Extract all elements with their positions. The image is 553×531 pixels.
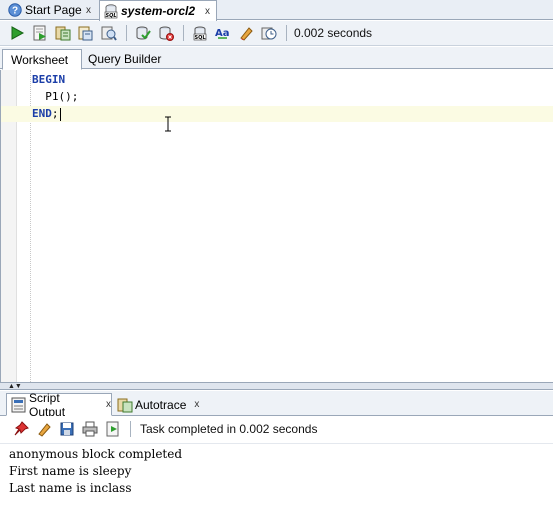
run-statement-button[interactable] bbox=[6, 22, 28, 44]
close-icon[interactable]: x bbox=[194, 399, 199, 410]
text-cursor-icon bbox=[165, 116, 171, 132]
save-output-button[interactable] bbox=[56, 418, 78, 440]
unshared-sql-icon: SQL bbox=[193, 26, 206, 41]
tab-script-output[interactable]: Script Output x bbox=[6, 390, 112, 419]
close-icon[interactable]: x bbox=[106, 399, 111, 410]
tab-system-orcl2[interactable]: SQL system-orcl2 x bbox=[99, 0, 217, 21]
close-icon[interactable]: x bbox=[205, 6, 210, 17]
document-tab-bar: ? Start Page x SQL system-orcl2 x bbox=[0, 0, 553, 21]
save-icon bbox=[60, 422, 74, 436]
toolbar-separator bbox=[126, 25, 127, 41]
output-toolbar: Task completed in 0.002 seconds bbox=[0, 416, 553, 442]
to-upper-lower-icon: Aa bbox=[215, 28, 230, 39]
code-line: P1(); bbox=[1, 89, 553, 105]
pin-icon bbox=[14, 421, 29, 436]
tab-worksheet[interactable]: Worksheet bbox=[2, 49, 82, 70]
commit-button[interactable] bbox=[132, 22, 154, 44]
svg-text:?: ? bbox=[12, 6, 18, 17]
rollback-icon bbox=[159, 26, 174, 41]
svg-text:SQL: SQL bbox=[194, 35, 206, 41]
sql-tuning-icon bbox=[101, 26, 117, 41]
sql-editor[interactable]: BEGIN P1(); END; bbox=[0, 70, 553, 382]
rollback-button[interactable] bbox=[155, 22, 177, 44]
toolbar-separator bbox=[286, 25, 287, 41]
task-status: Task completed in 0.002 seconds bbox=[140, 422, 318, 436]
to-upper-lower-button[interactable]: Aa bbox=[212, 22, 234, 44]
tab-label: Start Page bbox=[25, 3, 82, 17]
script-output-icon bbox=[11, 397, 27, 413]
code-keyword: END bbox=[32, 107, 52, 120]
output-line: anonymous block completed bbox=[9, 447, 183, 461]
current-code-line: END; bbox=[1, 106, 553, 122]
eraser-icon bbox=[38, 423, 51, 437]
code-keyword: BEGIN bbox=[32, 73, 66, 86]
print-output-button[interactable] bbox=[79, 418, 101, 440]
explain-plan-button[interactable] bbox=[75, 22, 97, 44]
run-statement-icon bbox=[11, 26, 25, 40]
code-line: BEGIN bbox=[1, 72, 553, 88]
splitter-arrows-icon[interactable]: ▲▼ bbox=[8, 383, 22, 390]
close-icon[interactable]: x bbox=[86, 5, 91, 16]
toolbar-separator bbox=[183, 25, 184, 41]
code-text: ; bbox=[51, 107, 59, 120]
history-button[interactable] bbox=[258, 22, 280, 44]
explain-plan-icon bbox=[78, 26, 93, 41]
output-line: Last name is inclass bbox=[9, 481, 132, 495]
sql-worksheet-icon: SQL bbox=[103, 3, 119, 19]
tab-query-builder[interactable]: Query Builder bbox=[80, 49, 169, 69]
autotrace-icon bbox=[55, 26, 71, 41]
clear-button[interactable] bbox=[235, 22, 257, 44]
autotrace-button[interactable] bbox=[52, 22, 74, 44]
output-line: First name is sleepy bbox=[9, 464, 132, 478]
autotrace-icon bbox=[117, 397, 133, 413]
tab-autotrace[interactable]: Autotrace x bbox=[113, 393, 203, 416]
tab-label: system-orcl2 bbox=[121, 4, 196, 18]
sql-tuning-button[interactable] bbox=[98, 22, 120, 44]
tab-label: Autotrace bbox=[135, 397, 187, 412]
run-script-icon bbox=[33, 25, 46, 41]
tab-label: Script Output bbox=[29, 390, 66, 419]
help-circle-icon: ? bbox=[7, 2, 23, 18]
script-output-panel[interactable]: anonymous block completed First name is … bbox=[0, 443, 553, 531]
print-icon bbox=[82, 421, 98, 437]
panel-splitter[interactable]: ▲▼ bbox=[0, 382, 553, 390]
tab-start-page[interactable]: ? Start Page x bbox=[4, 0, 97, 20]
run-icon bbox=[106, 421, 119, 437]
output-tab-bar: Script Output x Autotrace x bbox=[0, 390, 553, 419]
worksheet-toolbar: SQL Aa 0.002 seconds bbox=[0, 21, 553, 46]
toolbar-separator bbox=[130, 421, 131, 437]
code-text: P1(); bbox=[32, 90, 79, 103]
clear-output-button[interactable] bbox=[33, 418, 55, 440]
clear-icon bbox=[240, 27, 253, 41]
unshared-sql-button[interactable]: SQL bbox=[189, 22, 211, 44]
run-output-button[interactable] bbox=[102, 418, 124, 440]
pin-button[interactable] bbox=[10, 418, 32, 440]
editor-mode-tabs: Worksheet Query Builder bbox=[0, 47, 553, 70]
commit-icon bbox=[136, 26, 151, 40]
elapsed-time: 0.002 seconds bbox=[294, 26, 373, 40]
text-caret bbox=[59, 107, 61, 121]
svg-text:SQL: SQL bbox=[105, 13, 116, 19]
run-script-button[interactable] bbox=[29, 22, 51, 44]
history-icon bbox=[261, 27, 277, 40]
